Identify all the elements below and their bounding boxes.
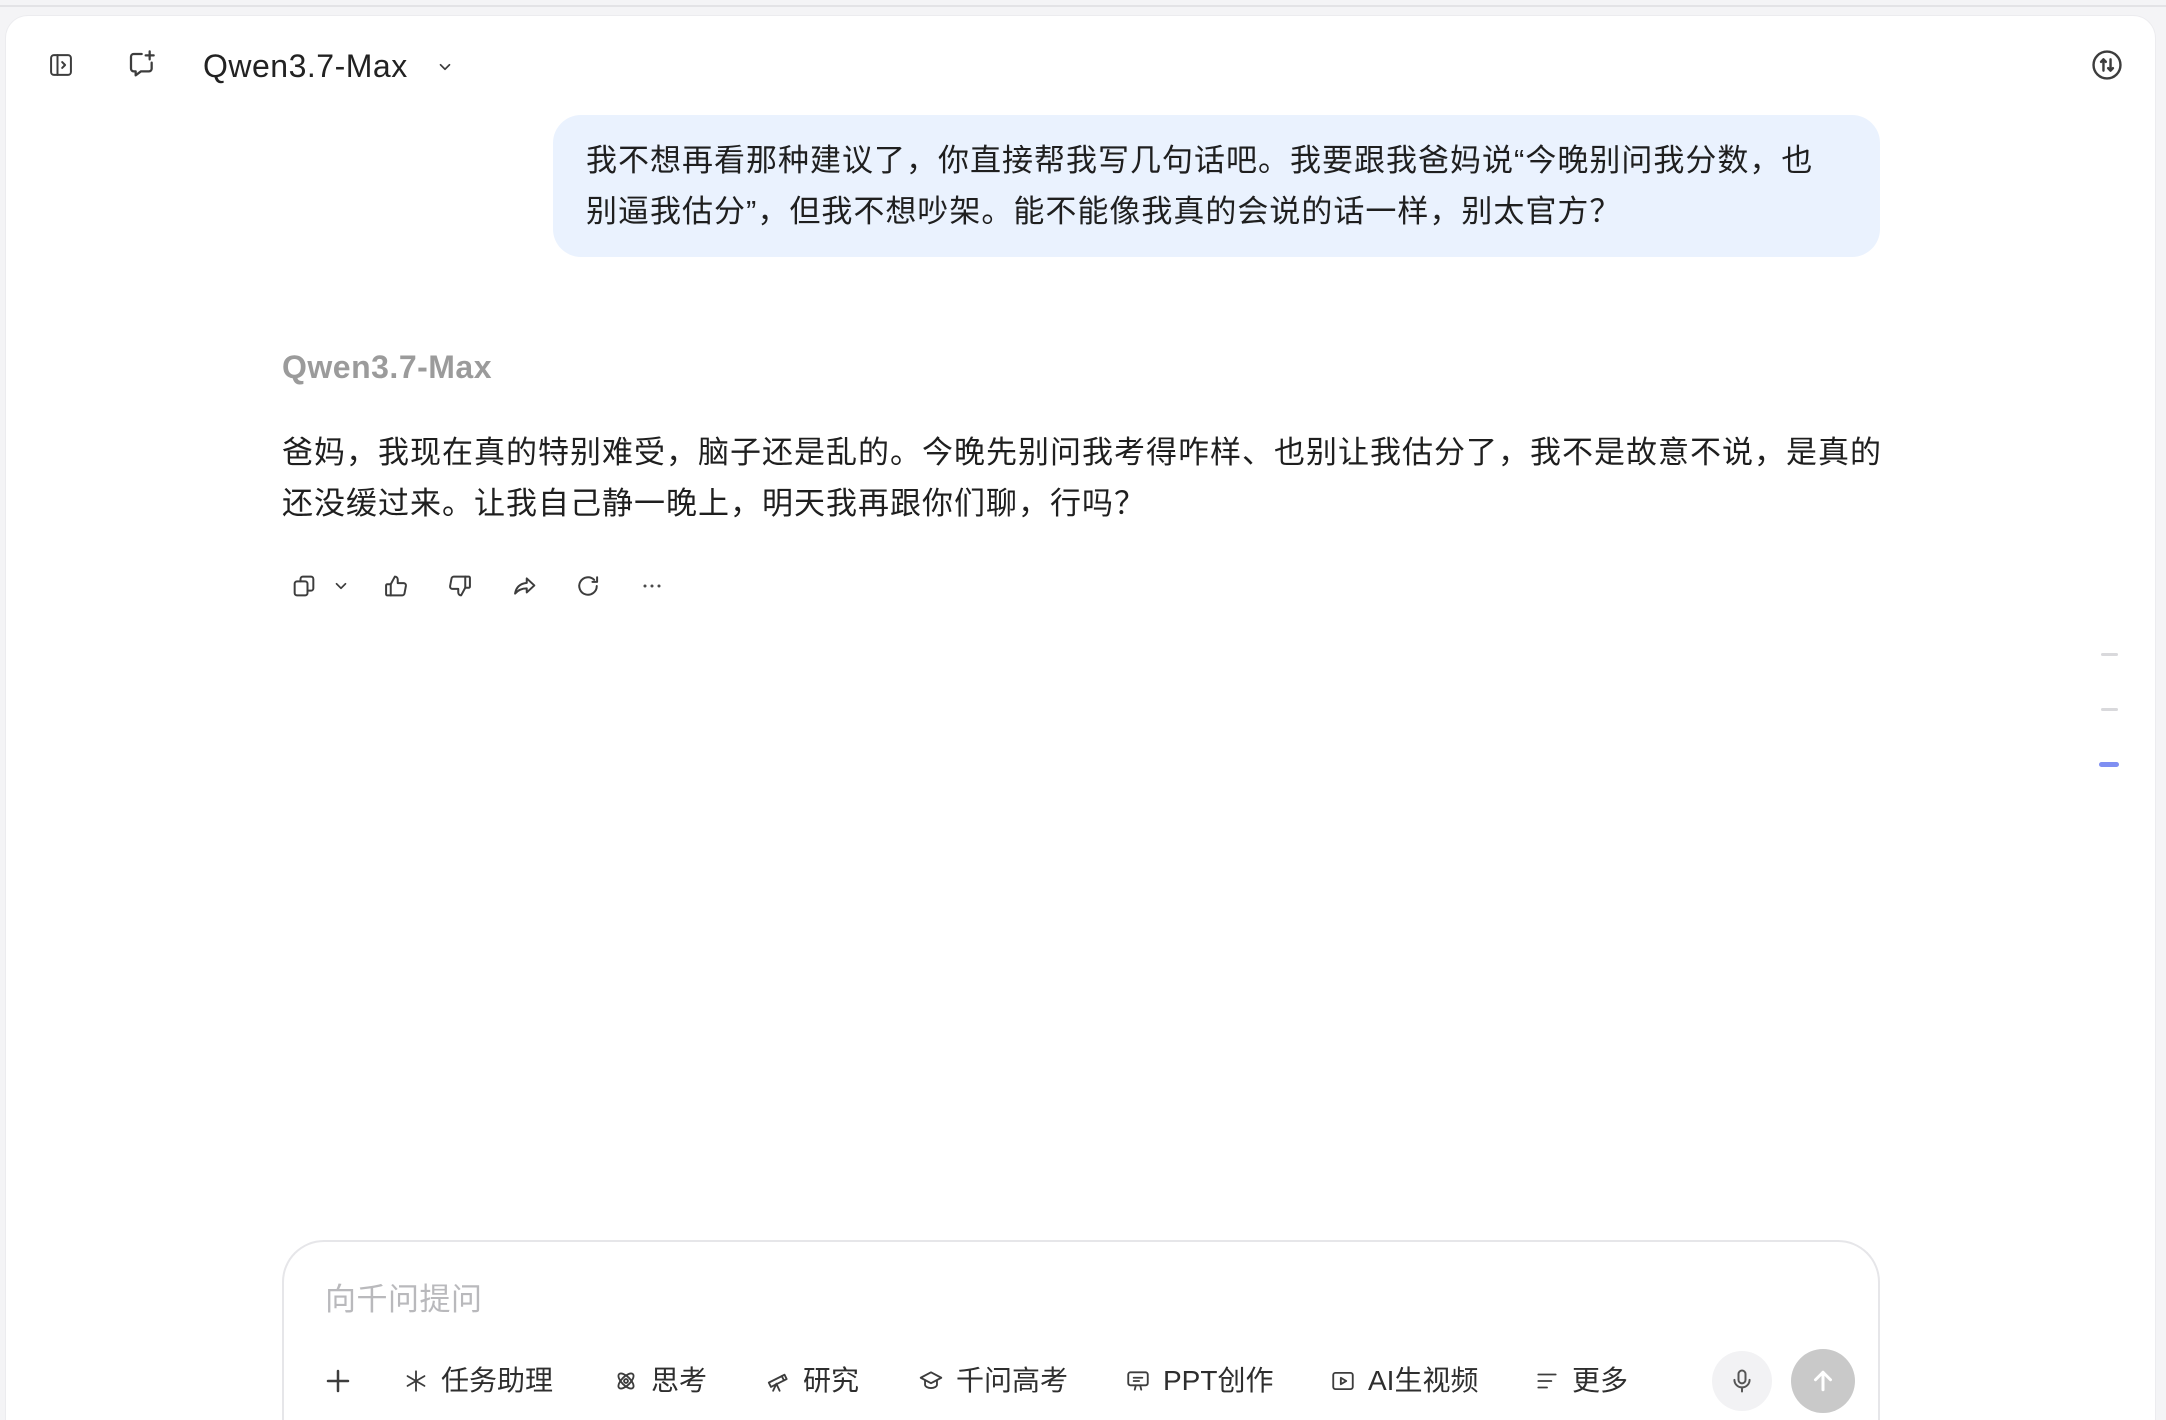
plus-icon[interactable] — [323, 1366, 353, 1396]
thumbs-up-icon[interactable] — [382, 572, 410, 600]
thumbs-down-icon[interactable] — [446, 572, 474, 600]
scroll-marker[interactable] — [2101, 653, 2118, 656]
video-icon — [1332, 1371, 1354, 1391]
user-message-line: 别逼我估分”，但我不想吵架。能不能像我真的会说的话一样，别太官方？ — [586, 194, 1622, 229]
microphone-icon — [1733, 1369, 1751, 1393]
assistant-model-label: Qwen3.7-Max — [282, 349, 493, 385]
graduation-cap-icon — [919, 1371, 943, 1389]
scroll-marker[interactable] — [2101, 708, 2118, 711]
copy-icon[interactable] — [290, 572, 318, 600]
telescope-icon — [767, 1373, 788, 1392]
assistant-message-line: 爸妈，我现在真的特别难受，脑子还是乱的。今晚先别问我考得咋样、也别让我估分了，我… — [282, 435, 1882, 470]
sparkle-icon — [406, 1370, 426, 1392]
arrow-up-icon — [1814, 1370, 1832, 1392]
send-button[interactable] — [1791, 1349, 1855, 1413]
tool-ai-video[interactable]: AI生视频 — [1330, 1361, 1478, 1401]
model-name: Qwen3.7-Max — [203, 48, 408, 84]
tool-task-assistant[interactable]: 任务助理 — [403, 1361, 553, 1401]
tool-label: 任务助理 — [441, 1365, 554, 1396]
user-message-bubble: 我不想再看那种建议了，你直接帮我写几句话吧。我要跟我爸妈说“今晚别问我分数，也 … — [553, 115, 1880, 257]
tool-label: 更多 — [1572, 1365, 1629, 1396]
tool-label: 研究 — [803, 1365, 860, 1396]
atom-icon — [617, 1372, 635, 1390]
chevron-down-icon[interactable] — [332, 577, 350, 595]
tool-label: 思考 — [651, 1365, 708, 1396]
tool-ppt[interactable]: PPT创作 — [1125, 1361, 1273, 1401]
sidebar-toggle-icon[interactable] — [47, 51, 75, 79]
assistant-message-line: 还没缓过来。让我自己静一晚上，明天我再跟你们聊，行吗？ — [282, 486, 1146, 521]
model-selector[interactable]: Qwen3.7-Max — [203, 46, 463, 86]
tool-label: AI生视频 — [1368, 1365, 1479, 1396]
chevron-down-icon — [439, 63, 451, 71]
voice-input-button[interactable] — [1712, 1351, 1772, 1411]
chat-panel: Qwen3.7-Max 我不想再看那种建议了，你直接帮我写几句话吧。我要跟我爸妈… — [6, 16, 2155, 1420]
tool-label: PPT创作 — [1163, 1365, 1274, 1396]
tool-research[interactable]: 研究 — [765, 1361, 859, 1401]
user-message-line: 我不想再看那种建议了，你直接帮我写几句话吧。我要跟我爸妈说“今晚别问我分数，也 — [586, 143, 1814, 178]
tool-think[interactable]: 思考 — [613, 1361, 707, 1401]
new-chat-icon[interactable] — [125, 48, 157, 80]
tool-label: 千问高考 — [956, 1365, 1069, 1396]
chat-input[interactable] — [325, 1280, 1825, 1320]
window-top-border — [0, 5, 2166, 7]
tool-gaokao[interactable]: 千问高考 — [918, 1361, 1068, 1401]
refresh-icon[interactable] — [574, 572, 602, 600]
scroll-marker[interactable] — [2099, 762, 2119, 767]
presentation-icon — [1127, 1371, 1149, 1391]
more-icon[interactable] — [638, 572, 666, 600]
up-down-arrows-circle-icon[interactable] — [2090, 48, 2124, 82]
list-icon — [1537, 1373, 1557, 1389]
tool-more[interactable]: 更多 — [1534, 1361, 1628, 1401]
share-icon[interactable] — [511, 572, 539, 600]
assistant-message: 爸妈，我现在真的特别难受，脑子还是乱的。今晚先别问我考得咋样、也别让我估分了，我… — [282, 427, 1882, 529]
composer: 任务助理 思考 研究 千问高考 — [282, 1240, 1880, 1420]
